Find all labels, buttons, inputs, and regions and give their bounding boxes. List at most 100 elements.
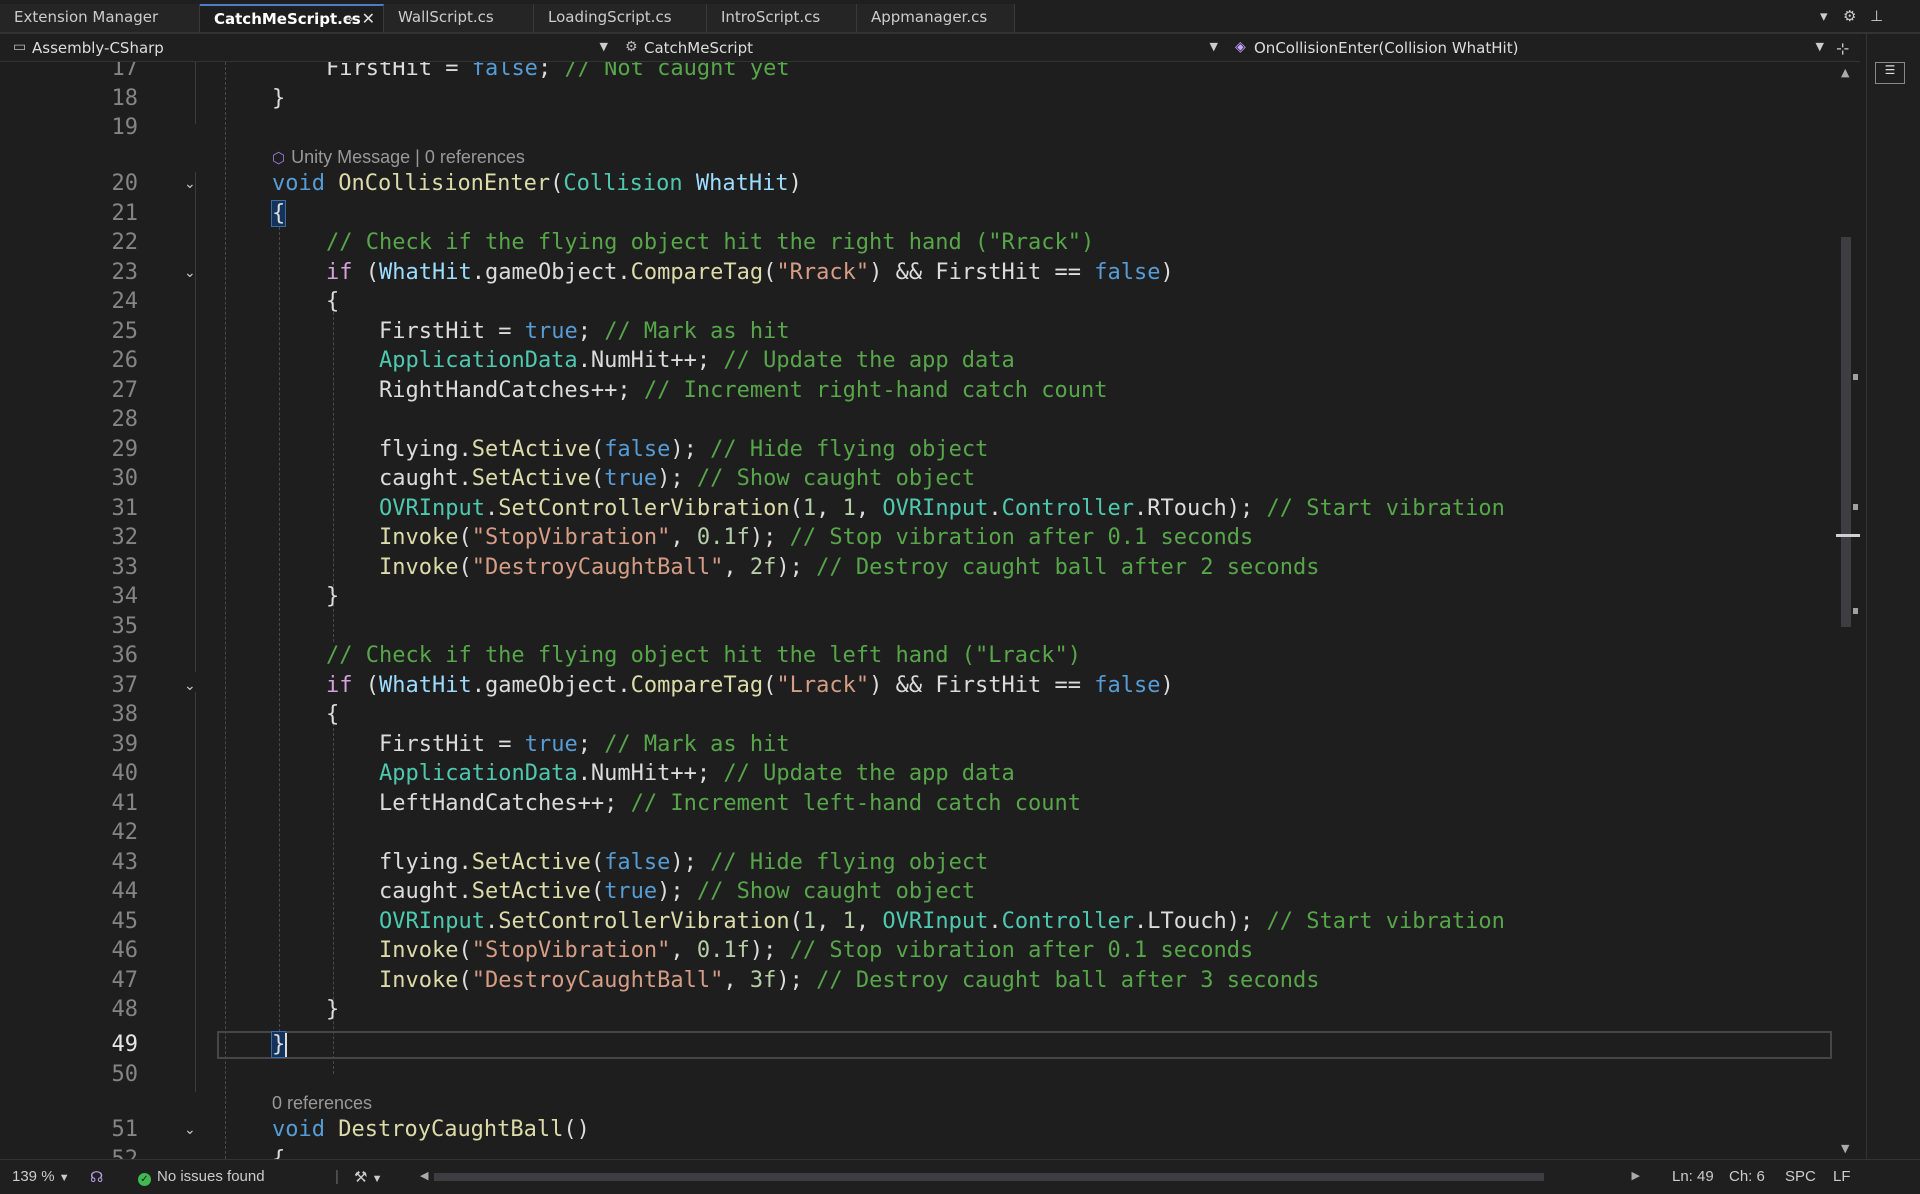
- tab-label: WallScript.cs: [398, 8, 494, 26]
- line-number: 43: [111, 850, 139, 875]
- status-bar: 139 % ▼ ☊ ✓ No issues found | ⚒ ▼ ◀ ▶ Ln:…: [0, 1159, 1920, 1194]
- scrollbar-thumb[interactable]: [434, 1173, 1544, 1181]
- collapse-icon[interactable]: ⌄: [184, 265, 196, 281]
- code-text: }: [326, 997, 340, 1022]
- code-text: FirstHit = true; // Mark as hit: [379, 732, 790, 757]
- scroll-right-icon[interactable]: ▶: [1632, 1169, 1640, 1182]
- code-line: 18 }: [0, 84, 1850, 114]
- tab-loadingscript[interactable]: LoadingScript.cs: [534, 4, 707, 32]
- line-number: 52: [30, 1145, 139, 1159]
- code-text: Invoke("StopVibration", 0.1f); // Stop v…: [379, 525, 1254, 550]
- navigation-bar: ▭ Assembly-CSharp ▼ ⚙ CatchMeScript ▼ ◈ …: [0, 34, 1860, 62]
- unity-message-icon: ⬡: [272, 150, 286, 167]
- document-tab-bar: Extension Manager CatchMeScript.cs ⊸ ✕ Wal…: [0, 0, 1920, 34]
- line-number: 42: [111, 820, 139, 845]
- column-indicator[interactable]: Ch: 6: [1729, 1168, 1765, 1185]
- code-line: 43 flying.SetActive(false); // Hide flyi…: [0, 848, 1850, 878]
- zoom-dropdown[interactable]: 139 % ▼: [12, 1168, 70, 1185]
- code-text: {: [326, 702, 340, 727]
- code-line: 44 caught.SetActive(true); // Show caugh…: [0, 877, 1850, 907]
- code-text: Invoke("StopVibration", 0.1f); // Stop v…: [379, 938, 1254, 963]
- code-text: if (WhatHit.gameObject.CompareTag("Rrack…: [326, 260, 1174, 285]
- line-number: 19: [111, 115, 139, 140]
- issues-label: No issues found: [157, 1168, 265, 1185]
- line-number: 37: [111, 673, 139, 698]
- pin-window-icon[interactable]: ⊥: [1870, 7, 1883, 25]
- code-text: {: [326, 289, 340, 314]
- close-icon[interactable]: ✕: [362, 9, 375, 28]
- line-number: 44: [111, 879, 139, 904]
- scrollbar-thumb[interactable]: [1841, 237, 1851, 627]
- line-number: 35: [111, 614, 139, 639]
- code-line: 40 ApplicationData.NumHit++; // Update t…: [0, 759, 1850, 789]
- project-icon: ▭: [13, 39, 27, 55]
- scroll-left-icon[interactable]: ◀: [420, 1169, 428, 1182]
- code-text: if (WhatHit.gameObject.CompareTag("Lrack…: [326, 673, 1174, 698]
- line-number: 17: [111, 62, 139, 81]
- project-label: Assembly-CSharp: [32, 39, 164, 57]
- line-number: 34: [111, 584, 139, 609]
- line-indicator[interactable]: Ln: 49: [1672, 1168, 1714, 1185]
- code-line: 37 ⌄ if (WhatHit.gameObject.CompareTag("…: [0, 671, 1850, 701]
- code-line: 24 {: [0, 287, 1850, 317]
- indent-indicator[interactable]: SPC: [1785, 1168, 1816, 1185]
- collapse-icon[interactable]: ⌄: [184, 678, 196, 694]
- line-number: 22: [111, 230, 139, 255]
- class-icon: ⚙: [625, 39, 638, 55]
- code-line: 41 LeftHandCatches++; // Increment left-…: [0, 789, 1850, 819]
- code-line: 39 FirstHit = true; // Mark as hit: [0, 730, 1850, 760]
- code-line: 19: [0, 113, 1850, 143]
- code-text: caught.SetActive(true); // Show caught o…: [379, 466, 976, 491]
- member-dropdown[interactable]: ◈ OnCollisionEnter(Collision WhatHit) ▼: [1230, 37, 1830, 59]
- line-number: 31: [111, 496, 139, 521]
- code-line: 20 ⌄ void OnCollisionEnter(Collision Wha…: [0, 169, 1850, 199]
- pin-icon[interactable]: ⊸: [343, 12, 353, 26]
- line-number: 32: [111, 525, 139, 550]
- line-number: 51: [111, 1117, 139, 1142]
- code-line: 29 flying.SetActive(false); // Hide flyi…: [0, 435, 1850, 465]
- issues-indicator[interactable]: ✓ No issues found: [138, 1168, 265, 1186]
- code-line: 26 ApplicationData.NumHit++; // Update t…: [0, 346, 1850, 376]
- vertical-scrollbar[interactable]: ▲ ▼: [1836, 62, 1860, 1159]
- code-line: 33 Invoke("DestroyCaughtBall", 2f); // D…: [0, 553, 1850, 583]
- horizontal-scrollbar[interactable]: ◀ ▶: [420, 1169, 1640, 1185]
- code-line: 48 }: [0, 995, 1850, 1025]
- tab-introscript[interactable]: IntroScript.cs: [707, 4, 857, 32]
- status-divider: |: [335, 1168, 339, 1185]
- line-number: 28: [111, 407, 139, 432]
- chevron-down-icon: ▼: [58, 1172, 70, 1184]
- code-text: LeftHandCatches++; // Increment left-han…: [379, 791, 1082, 816]
- tab-catchmescript[interactable]: CatchMeScript.cs ⊸ ✕: [200, 4, 384, 32]
- gear-icon[interactable]: ⚙: [1843, 7, 1856, 25]
- code-line: 32 Invoke("StopVibration", 0.1f); // Sto…: [0, 523, 1850, 553]
- project-dropdown[interactable]: ▭ Assembly-CSharp ▼: [8, 37, 614, 59]
- code-line: 30 caught.SetActive(true); // Show caugh…: [0, 464, 1850, 494]
- split-editor-icon[interactable]: ⊹: [1836, 39, 1849, 58]
- class-dropdown[interactable]: ⚙ CatchMeScript ▼: [620, 37, 1224, 59]
- code-cleanup-icon[interactable]: ⚒ ▼: [354, 1168, 383, 1186]
- copilot-icon[interactable]: ☊: [90, 1168, 103, 1186]
- scroll-down-icon[interactable]: ▼: [1841, 1142, 1849, 1155]
- tab-list-dropdown-icon[interactable]: ▾: [1820, 7, 1828, 25]
- chevron-down-icon: ▼: [1209, 40, 1218, 53]
- tab-appmanager[interactable]: Appmanager.cs: [857, 4, 1015, 32]
- scroll-marker: [1853, 608, 1858, 614]
- scroll-up-icon[interactable]: ▲: [1841, 66, 1849, 79]
- code-line: 42: [0, 818, 1850, 848]
- zoom-level: 139 %: [12, 1168, 55, 1185]
- tab-extension-manager[interactable]: Extension Manager: [0, 4, 200, 32]
- line-ending-indicator[interactable]: LF: [1833, 1168, 1851, 1185]
- code-line: 51 ⌄ void DestroyCaughtBall(): [0, 1115, 1850, 1145]
- line-number: 25: [111, 319, 139, 344]
- code-text: FirstHit = false; // Not caught yet: [326, 62, 790, 81]
- line-number: 30: [111, 466, 139, 491]
- code-line: 23 ⌄ if (WhatHit.gameObject.CompareTag("…: [0, 258, 1850, 288]
- code-lens[interactable]: 0 references: [272, 1088, 372, 1118]
- collapse-icon[interactable]: ⌄: [184, 1122, 196, 1138]
- document-map-icon[interactable]: ☰: [1875, 62, 1905, 84]
- tab-wallscript[interactable]: WallScript.cs: [384, 4, 534, 32]
- code-editor[interactable]: 17 FirstHit = false; // Not caught yet 1…: [0, 62, 1862, 1159]
- scroll-marker: [1853, 504, 1858, 510]
- collapse-icon[interactable]: ⌄: [184, 176, 196, 192]
- class-label: CatchMeScript: [644, 39, 753, 57]
